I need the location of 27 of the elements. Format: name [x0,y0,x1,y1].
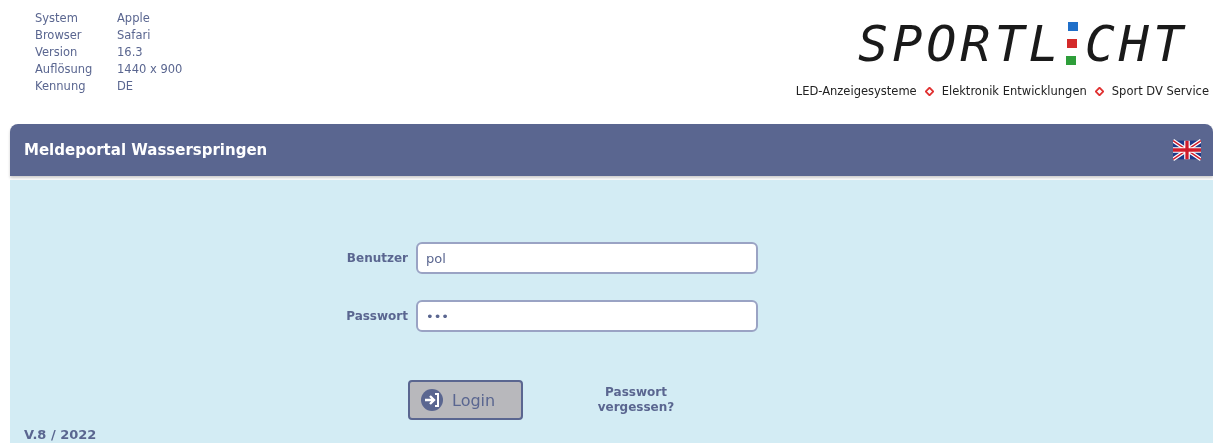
logo-text: SPORTL [858,19,1063,69]
tagline-text: LED-Anzeigesysteme [795,84,917,98]
diamond-icon [924,86,934,96]
forgot-password-link[interactable]: Passwort vergessen? [591,385,681,415]
field-label: Benutzer [345,251,408,265]
info-label: Version [35,44,79,60]
info-value: 1440 x 900 [117,61,183,77]
version-text: V.8 / 2022 [24,428,98,442]
info-value: Apple [117,10,151,26]
text-field[interactable]: ••• [416,300,758,332]
info-label: System [35,10,79,26]
page-title: Meldeportal Wasserspringen [24,141,268,159]
info-label: Kennung [35,78,87,94]
tagline-text: Elektronik Entwicklungen [941,84,1087,98]
info-value: 16.3 [117,44,144,60]
colored-squares-icon [1064,22,1079,66]
flag-icon[interactable] [1173,139,1201,161]
text-field[interactable]: pol [416,242,758,274]
info-value: DE [117,78,135,94]
login-button[interactable]: Login [408,380,523,420]
logo-text: CHT [1084,19,1187,69]
info-label: Browser [35,27,83,43]
info-value: Safari [117,27,152,43]
tagline-text: Sport DV Service [1111,84,1209,98]
field-label: Passwort [345,309,408,323]
diamond-icon [1094,86,1104,96]
info-label: Auflösung [35,61,94,77]
